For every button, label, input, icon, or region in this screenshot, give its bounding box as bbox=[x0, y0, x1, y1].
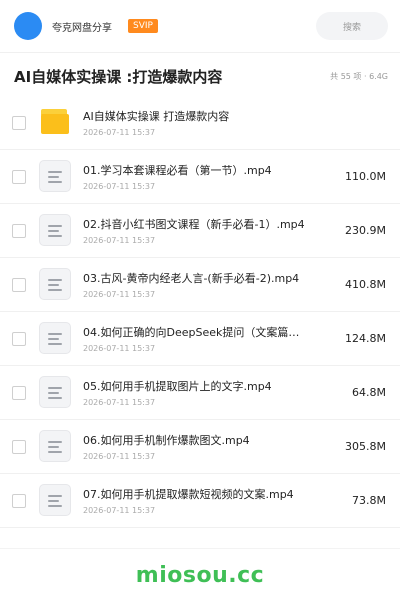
file-info: 06.如何用手机制作爆款图文.mp4 2026-07-11 15:37 bbox=[83, 432, 337, 461]
file-row[interactable]: 05.如何用手机提取图片上的文字.mp4 2026-07-11 15:37 64.8… bbox=[0, 366, 400, 420]
item-count: 共 55 项 · 6.4G bbox=[330, 72, 388, 81]
file-name: 04.如何正确的向DeepSeek提问（文案篇）.mp4 bbox=[83, 326, 309, 339]
file-date: 2026-07-11 15:37 bbox=[83, 506, 156, 515]
select-checkbox[interactable] bbox=[12, 385, 26, 400]
document-icon bbox=[39, 159, 73, 194]
file-name: AI自媒体实操课 打造爆款内容 bbox=[83, 110, 230, 123]
file-info: AI自媒体实操课 打造爆款内容 2026-07-11 15:37 bbox=[83, 108, 386, 137]
brand-label: 夸克网盘分享 bbox=[52, 22, 112, 34]
file-info: 07.如何用手机提取爆款短视频的文案.mp4 2026-07-11 15:37 bbox=[83, 486, 344, 515]
avatar[interactable] bbox=[14, 12, 42, 40]
file-size: 73.8M bbox=[352, 494, 386, 507]
file-name: 01.学习本套课程必看（第一节）.mp4 bbox=[83, 164, 272, 177]
file-info: 05.如何用手机提取图片上的文字.mp4 2026-07-11 15:37 bbox=[83, 378, 344, 407]
file-size: 64.8M bbox=[352, 386, 386, 399]
svip-badge: SVIP bbox=[128, 19, 158, 33]
share-header: AI自媒体实操课 :打造爆款内容 共 55 项 · 6.4G bbox=[0, 52, 400, 100]
file-date: 2026-07-11 15:37 bbox=[83, 344, 156, 353]
file-date: 2026-07-11 15:37 bbox=[83, 398, 156, 407]
file-row[interactable]: 01.学习本套课程必看（第一节）.mp4 2026-07-11 15:37 110.… bbox=[0, 150, 400, 204]
file-date: 2026-07-11 15:37 bbox=[83, 290, 156, 299]
file-row[interactable]: 06.如何用手机制作爆款图文.mp4 2026-07-11 15:37 305.8M bbox=[0, 420, 400, 474]
file-row[interactable]: 07.如何用手机提取爆款短视频的文案.mp4 2026-07-11 15:37 73… bbox=[0, 474, 400, 528]
file-size: 305.8M bbox=[345, 440, 386, 453]
search-placeholder: 搜索 bbox=[342, 22, 361, 33]
file-info: 02.抖音小红书图文课程（新手必看-1）.mp4 2026-07-11 15:37 bbox=[83, 216, 337, 245]
file-name: 03.古风-黄帝内经老人言-(新手必看-2).mp4 bbox=[83, 272, 300, 285]
folder-icon bbox=[39, 106, 73, 140]
file-row[interactable]: 04.如何正确的向DeepSeek提问（文案篇）.mp4 2026-07-11 1… bbox=[0, 312, 400, 366]
select-checkbox[interactable] bbox=[12, 115, 26, 130]
file-size: 124.8M bbox=[345, 332, 386, 345]
footer: miosou.cc bbox=[0, 548, 400, 601]
file-row[interactable]: AI自媒体实操课 打造爆款内容 2026-07-11 15:37 bbox=[0, 96, 400, 150]
document-icon bbox=[39, 483, 73, 518]
file-date: 2026-07-11 15:37 bbox=[83, 236, 156, 245]
select-checkbox[interactable] bbox=[12, 439, 26, 454]
watermark: miosou.cc bbox=[135, 562, 265, 588]
file-size: 410.8M bbox=[345, 278, 386, 291]
file-list: AI自媒体实操课 打造爆款内容 2026-07-11 15:37 01.学习本套课程… bbox=[0, 96, 400, 528]
document-icon bbox=[39, 375, 73, 410]
document-icon bbox=[39, 429, 73, 464]
file-size: 110.0M bbox=[345, 170, 386, 183]
file-date: 2026-07-11 15:37 bbox=[83, 128, 156, 137]
file-row[interactable]: 02.抖音小红书图文课程（新手必看-1）.mp4 2026-07-11 15:37… bbox=[0, 204, 400, 258]
top-bar: 夸克网盘分享 SVIP 搜索 bbox=[0, 0, 400, 52]
document-icon bbox=[39, 267, 73, 302]
page-title: AI自媒体实操课 :打造爆款内容 bbox=[14, 68, 223, 86]
select-checkbox[interactable] bbox=[12, 493, 26, 508]
select-checkbox[interactable] bbox=[12, 169, 26, 184]
select-checkbox[interactable] bbox=[12, 223, 26, 238]
file-name: 07.如何用手机提取爆款短视频的文案.mp4 bbox=[83, 488, 294, 501]
file-info: 04.如何正确的向DeepSeek提问（文案篇）.mp4 2026-07-11 1… bbox=[83, 324, 337, 353]
document-icon bbox=[39, 321, 73, 356]
file-name: 06.如何用手机制作爆款图文.mp4 bbox=[83, 434, 250, 447]
file-date: 2026-07-11 15:37 bbox=[83, 452, 156, 461]
file-size: 230.9M bbox=[345, 224, 386, 237]
document-icon bbox=[39, 213, 73, 248]
select-checkbox[interactable] bbox=[12, 331, 26, 346]
file-name: 02.抖音小红书图文课程（新手必看-1）.mp4 bbox=[83, 218, 305, 231]
select-checkbox[interactable] bbox=[12, 277, 26, 292]
search-button[interactable]: 搜索 bbox=[316, 12, 388, 40]
file-row[interactable]: 03.古风-黄帝内经老人言-(新手必看-2).mp4 2026-07-11 15:… bbox=[0, 258, 400, 312]
file-name: 05.如何用手机提取图片上的文字.mp4 bbox=[83, 380, 272, 393]
file-info: 01.学习本套课程必看（第一节）.mp4 2026-07-11 15:37 bbox=[83, 162, 337, 191]
file-info: 03.古风-黄帝内经老人言-(新手必看-2).mp4 2026-07-11 15:… bbox=[83, 270, 337, 299]
file-date: 2026-07-11 15:37 bbox=[83, 182, 156, 191]
